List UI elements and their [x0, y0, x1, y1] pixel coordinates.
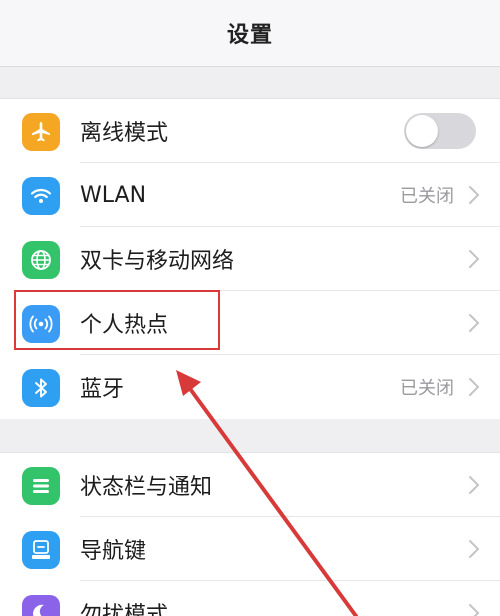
navigation-key-icon — [22, 531, 60, 569]
globe-icon — [22, 241, 60, 279]
settings-row-dual-sim-mobile-network[interactable]: 双卡与移动网络 — [0, 227, 500, 291]
settings-row-do-not-disturb[interactable]: 勿扰模式 — [0, 581, 500, 616]
page-title: 设置 — [226, 23, 273, 48]
settings-row-label: 蓝牙 — [80, 377, 125, 402]
notification-list-icon — [22, 467, 60, 505]
settings-screen: 设置 离线模式 WLAN 已关闭 双卡与移动网络 个人热点 蓝牙 已关闭 状态栏… — [0, 0, 500, 616]
settings-row-label: 状态栏与通知 — [80, 475, 213, 500]
status-value: 已关闭 — [400, 378, 454, 399]
toggle-knob — [406, 115, 438, 147]
airplane-mode-toggle[interactable] — [404, 113, 476, 149]
moon-icon — [22, 595, 60, 616]
chevron-right-icon — [469, 314, 480, 332]
chevron-right-icon — [469, 476, 480, 494]
chevron-right-icon — [469, 540, 480, 558]
chevron-right-icon — [469, 250, 480, 268]
settings-group-connectivity: 离线模式 WLAN 已关闭 双卡与移动网络 个人热点 蓝牙 已关闭 — [0, 98, 500, 419]
settings-row-label: WLAN — [80, 182, 147, 208]
status-value: 已关闭 — [400, 186, 454, 207]
settings-row-airplane-mode[interactable]: 离线模式 — [0, 99, 500, 163]
settings-row-bluetooth[interactable]: 蓝牙 已关闭 — [0, 355, 500, 419]
settings-row-label: 双卡与移动网络 — [80, 249, 235, 274]
settings-row-wlan[interactable]: WLAN 已关闭 — [0, 163, 500, 227]
settings-row-label: 个人热点 — [80, 313, 169, 338]
wifi-icon — [22, 177, 60, 215]
settings-row-label: 导航键 — [80, 539, 147, 564]
airplane-icon — [22, 113, 60, 151]
hotspot-icon — [22, 305, 60, 343]
settings-row-status-bar-notifications[interactable]: 状态栏与通知 — [0, 453, 500, 517]
settings-row-personal-hotspot[interactable]: 个人热点 — [0, 291, 500, 355]
settings-row-label: 勿扰模式 — [80, 603, 169, 616]
settings-row-label: 离线模式 — [80, 121, 169, 146]
chevron-right-icon — [469, 186, 480, 204]
chevron-right-icon — [469, 604, 480, 616]
chevron-right-icon — [469, 378, 480, 396]
settings-row-navigation-keys[interactable]: 导航键 — [0, 517, 500, 581]
bluetooth-icon — [22, 369, 60, 407]
settings-group-display: 状态栏与通知 导航键 勿扰模式 — [0, 452, 500, 616]
navigation-bar: 设置 — [0, 0, 500, 67]
